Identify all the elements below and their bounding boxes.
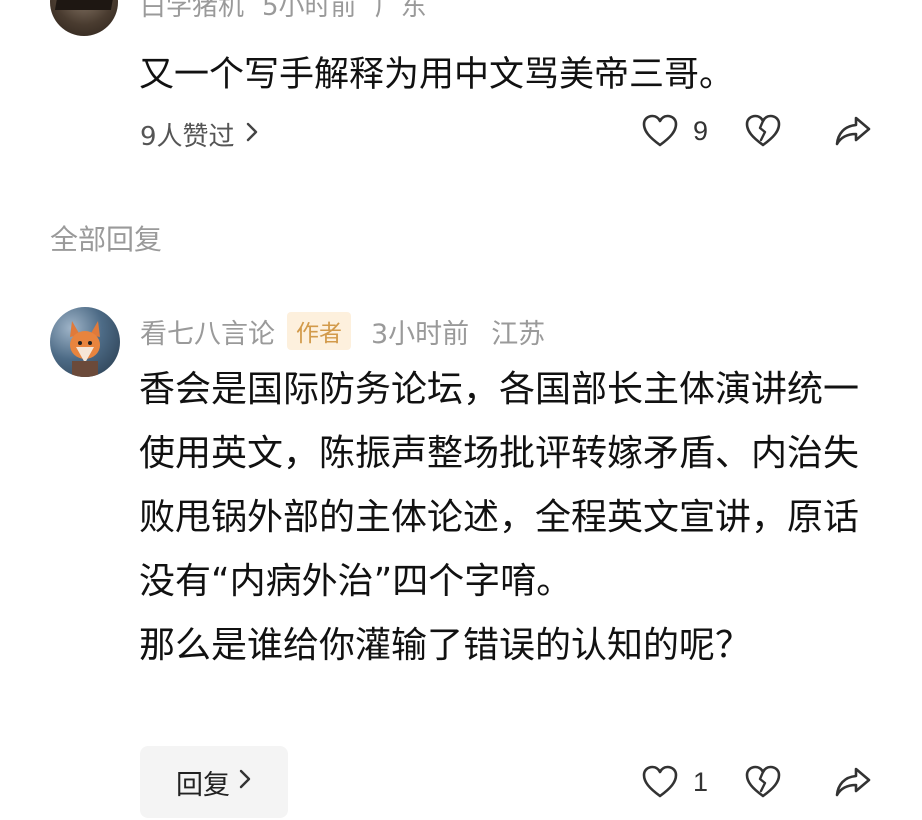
share-button[interactable] [834, 114, 872, 148]
comment-location: 江苏 [491, 318, 546, 350]
comment-actions: 9 [641, 113, 872, 149]
like-button[interactable]: 1 [641, 764, 708, 800]
username[interactable]: 白学猪机 [140, 0, 244, 22]
share-arrow-icon [834, 114, 872, 148]
liked-by-link[interactable]: 9人赞过 [140, 116, 259, 153]
comment-meta: 白学猪机 5小时前 广东 [140, 0, 445, 23]
share-arrow-icon [834, 765, 872, 799]
reply-button-label: 回复 [176, 769, 230, 801]
broken-heart-icon [744, 764, 782, 800]
reply-button[interactable]: 回复 [140, 746, 288, 818]
comment-actions: 1 [641, 764, 872, 800]
comment-meta: 看七八言论 作者 3小时前 江苏 [140, 312, 545, 350]
like-count: 9 [692, 115, 708, 146]
avatar[interactable] [50, 307, 120, 377]
like-button[interactable]: 9 [641, 113, 708, 149]
avatar[interactable] [50, 0, 118, 36]
liked-by-label: 9人赞过 [140, 122, 235, 152]
heart-outline-icon [641, 764, 679, 800]
like-count: 1 [692, 766, 708, 797]
comment-location: 广东 [374, 0, 427, 22]
comment-time: 3小时前 [371, 318, 470, 350]
comment-paragraph: 那么是谁给你灌输了错误的认知的呢？ [139, 625, 752, 666]
broken-heart-icon [744, 113, 782, 149]
comment-paragraph: 香会是国际防务论坛，各国部长主体演讲统一使用英文，陈振声整场批评转嫁矛盾、内治失… [139, 369, 860, 602]
username[interactable]: 看七八言论 [140, 312, 275, 351]
dislike-button[interactable] [744, 764, 782, 800]
heart-outline-icon [641, 113, 679, 149]
dislike-button[interactable] [744, 113, 782, 149]
share-button[interactable] [834, 765, 872, 799]
comment-time: 5小时前 [262, 0, 357, 22]
comment-text: 又一个写手解释为用中文骂美帝三哥。 [139, 55, 735, 95]
chevron-right-icon [245, 121, 259, 149]
comment-text: 香会是国际防务论坛，各国部长主体演讲统一使用英文，陈振声整场批评转嫁矛盾、内治失… [139, 358, 869, 678]
author-badge: 作者 [287, 312, 351, 350]
chevron-right-icon [238, 768, 252, 796]
all-replies-header: 全部回复 [50, 223, 163, 256]
